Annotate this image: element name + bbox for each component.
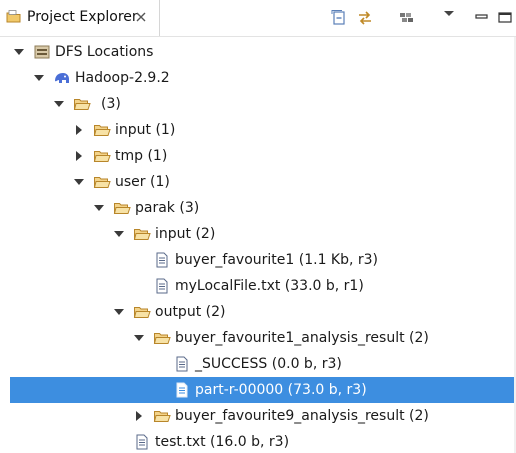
folder-open-icon [93,125,111,136]
chevron-right-icon[interactable] [74,151,84,161]
tree-item-label: buyer_favourite9_analysis_result (2) [175,408,429,424]
tree-item-user[interactable]: user (1) [0,169,516,195]
folder-open-icon [93,151,111,162]
chevron-down-icon[interactable] [54,99,64,109]
filter-icon[interactable] [398,9,416,27]
tree-item-label: (3) [101,96,121,112]
view-title: Project Explorer [27,9,138,25]
tree-item-input[interactable]: input (1) [0,117,516,143]
chevron-down-icon[interactable] [34,73,44,83]
file-icon [176,356,188,372]
tree-item-label: test.txt (16.0 b, r3) [155,434,290,450]
link-with-editor-icon[interactable] [356,9,374,27]
tree-item-test-txt[interactable]: test.txt (16.0 b, r3) [0,429,516,453]
chevron-down-icon[interactable] [14,47,24,57]
tree-item-label: _SUCCESS (0.0 b, r3) [195,356,342,372]
tree-item-parak-input[interactable]: input (2) [0,221,516,247]
folder-open-icon [113,203,131,214]
tree-item-parak[interactable]: parak (3) [0,195,516,221]
view-menu-icon[interactable] [440,7,458,25]
project-explorer-view: Project Explorer DFS Locations Hadoop-2.… [0,0,516,453]
chevron-down-icon[interactable] [94,203,104,213]
file-icon [156,252,168,268]
tree-item-label: output (2) [155,304,226,320]
tree-item-output[interactable]: output (2) [0,299,516,325]
tree-item-label: buyer_favourite1_analysis_result (2) [175,330,429,346]
tree-item-label: buyer_favourite1 (1.1 Kb, r3) [175,252,379,268]
tree-item-buyer-favourite9-result[interactable]: buyer_favourite9_analysis_result (2) [0,403,516,429]
file-icon [176,382,188,398]
tree-item-part-r-00000[interactable]: part-r-00000 (73.0 b, r3) [0,377,516,403]
minimize-icon[interactable] [472,9,490,27]
tree-item-label: Hadoop-2.9.2 [75,70,170,86]
tree-item-label: parak (3) [135,200,200,216]
chevron-down-icon[interactable] [74,177,84,187]
tree-item-root-folder[interactable]: (3) [0,91,516,117]
tree-item-label: DFS Locations [55,44,154,60]
folder-open-icon [133,229,151,240]
maximize-icon[interactable] [496,9,514,27]
file-icon [136,434,148,450]
tree-item-label: input (1) [115,122,176,138]
tree-item-tmp[interactable]: tmp (1) [0,143,516,169]
tree-item-success[interactable]: _SUCCESS (0.0 b, r3) [0,351,516,377]
folder-open-icon [153,411,171,422]
tree-item-mylocalfile[interactable]: myLocalFile.txt (33.0 b, r1) [0,273,516,299]
chevron-down-icon[interactable] [114,229,124,239]
chevron-down-icon[interactable] [134,333,144,343]
tree-item-label: myLocalFile.txt (33.0 b, r1) [175,278,364,294]
dfs-locations-icon [34,45,50,59]
tree-item-label: tmp (1) [115,148,168,164]
tree-item-label: user (1) [115,174,170,190]
folder-open-icon [93,177,111,188]
chevron-right-icon[interactable] [134,411,144,421]
collapse-all-icon[interactable] [330,9,348,27]
folder-open-icon [133,307,151,318]
chevron-right-icon[interactable] [74,125,84,135]
tree-item-buyer-favourite1[interactable]: buyer_favourite1 (1.1 Kb, r3) [0,247,516,273]
tree-item-label: input (2) [155,226,216,242]
tree-item-dfs-locations[interactable]: DFS Locations [0,39,516,65]
tree-item-hadoop[interactable]: Hadoop-2.9.2 [0,65,516,91]
tree-item-buyer-favourite1-result[interactable]: buyer_favourite1_analysis_result (2) [0,325,516,351]
header-divider [0,36,516,37]
view-header: Project Explorer [0,0,516,36]
hadoop-elephant-icon [55,73,69,83]
project-explorer-tab[interactable]: Project Explorer [0,0,160,36]
file-icon [156,278,168,294]
project-explorer-icon [6,10,21,23]
folder-open-icon [73,99,91,110]
tree-item-label: part-r-00000 (73.0 b, r3) [195,382,367,398]
chevron-down-icon[interactable] [114,307,124,317]
folder-open-icon [153,333,171,344]
close-icon[interactable] [135,11,147,23]
